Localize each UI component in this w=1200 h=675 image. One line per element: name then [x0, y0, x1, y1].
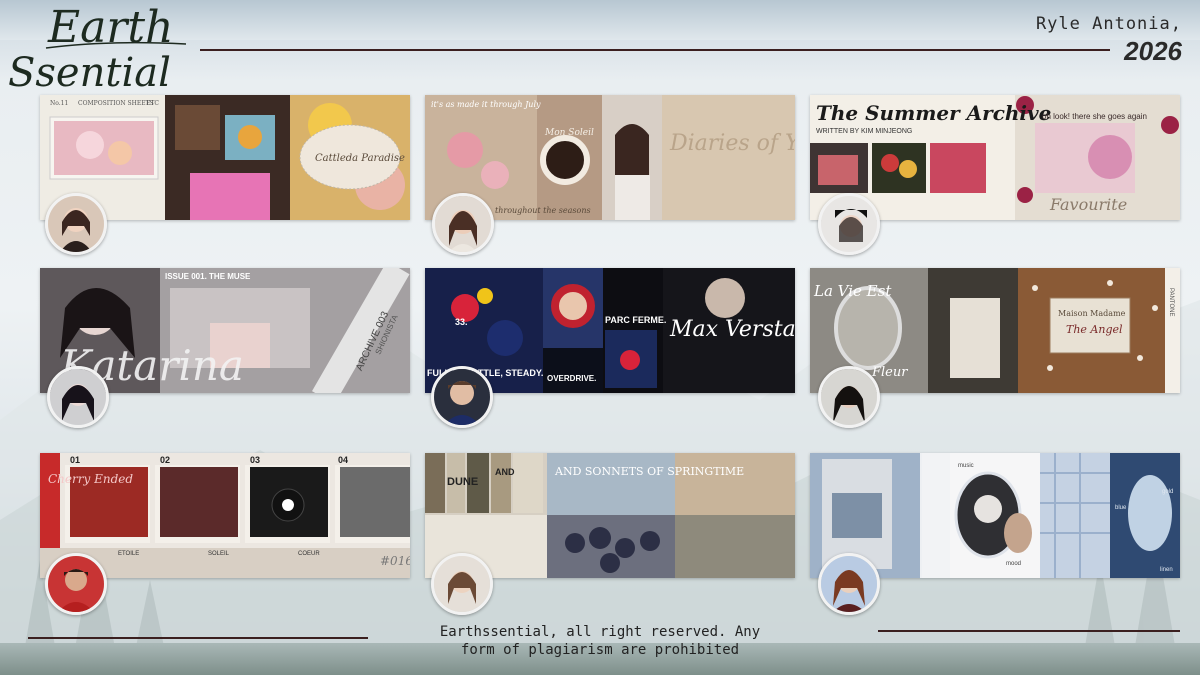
- logo-line-2: Ssential: [8, 50, 171, 95]
- banner-2-text-1: it's as made it through July: [431, 100, 541, 109]
- banner-9-text-5: linen: [1160, 567, 1173, 573]
- banner-1-text-2: COMPOSITION SHEETS: [78, 100, 154, 107]
- banner-5-title: Max Verstappen: [669, 317, 795, 342]
- banner-7-text-6: ETOILE: [118, 551, 139, 557]
- banner-5-text-2: PARC FERME.: [605, 315, 666, 325]
- author-name: Ryle Antonia,: [1035, 14, 1182, 34]
- avatar-8[interactable]: [431, 553, 493, 615]
- footer-rule-left: [28, 637, 368, 639]
- footer-rule-right: [878, 630, 1180, 632]
- banner-3-text-2: WRITTEN BY KIM MINJEONG: [816, 128, 912, 135]
- avatar-5[interactable]: [431, 366, 493, 428]
- avatar-6[interactable]: [818, 366, 880, 428]
- author-year: 2026: [1124, 36, 1182, 66]
- banner-8-text-3: AND: [495, 467, 515, 477]
- banner-1-text-3: ETC: [146, 100, 159, 107]
- banner-3-text-4: Favourite: [1049, 195, 1127, 214]
- banner-6-text-4: The Angel: [1066, 323, 1123, 336]
- avatar-4[interactable]: [47, 366, 109, 428]
- banner-1-text-1: No.11: [50, 100, 68, 107]
- banner-9-text-1: music: [958, 463, 974, 469]
- banner-2-text-4: throughout the seasons: [495, 206, 591, 215]
- avatar-1[interactable]: [45, 193, 107, 255]
- avatar-9[interactable]: [818, 553, 880, 615]
- avatar-7[interactable]: [45, 553, 107, 615]
- banner-3-text-3: oh look! there she goes again: [1042, 112, 1147, 121]
- banner-4-text-1: ISSUE 001. THE MUSE: [165, 272, 251, 281]
- avatar-3[interactable]: [818, 193, 880, 255]
- author-block: Ryle Antonia, 2026: [1036, 14, 1182, 67]
- banner-7-text-2: 02: [160, 455, 170, 465]
- banner-9-text-4: mood: [1006, 561, 1021, 567]
- banner-6-text-3: Maison Madame: [1058, 309, 1126, 318]
- banner-6-text-1: La Vie Est: [813, 282, 892, 300]
- avatar-2[interactable]: [432, 193, 494, 255]
- banner-7-text-1: 01: [70, 455, 80, 465]
- earthssential-logo: Earth Ssential: [8, 2, 187, 95]
- banner-7-text-3: 03: [250, 455, 260, 465]
- banner-3-title: The Summer Archive: [816, 101, 1051, 125]
- banner-9-text-2: blue: [1115, 505, 1127, 511]
- banner-1-text-4: Cattleda Paradise: [315, 153, 405, 164]
- banner-8-title: AND SONNETS OF SPRINGTIME: [554, 465, 744, 478]
- banner-2-text-3: Diaries of Youth: [669, 131, 795, 156]
- banner-6-text-5: PANTONE: [1168, 288, 1174, 316]
- copyright-line-1: Earthssential, all right reserved. Any: [439, 624, 761, 640]
- header-rule: [200, 49, 1110, 51]
- banner-7-text-4: 04: [338, 455, 348, 465]
- banner-5-text-5: OVERDRIVE.: [547, 374, 596, 383]
- banner-9-text-3: gold: [1162, 489, 1173, 495]
- banner-7-text-8: COEUR: [298, 551, 320, 557]
- banner-8-text-2: DUNE: [447, 476, 478, 488]
- banner-7-text-5: Cherry Ended: [48, 472, 133, 486]
- banner-7-text-7: SOLEIL: [208, 551, 230, 557]
- copyright-line-2: form of plagiarism are prohibited: [460, 642, 740, 658]
- banner-2-text-2: Mon Soleil: [544, 128, 594, 138]
- banner-6-text-2: Fleur: [871, 365, 908, 380]
- banner-5-text-1: 33.: [455, 317, 468, 327]
- copyright-notice: Earthssential, all right reserved. Any f…: [370, 623, 830, 659]
- banner-7-text-9: #016: [380, 554, 410, 568]
